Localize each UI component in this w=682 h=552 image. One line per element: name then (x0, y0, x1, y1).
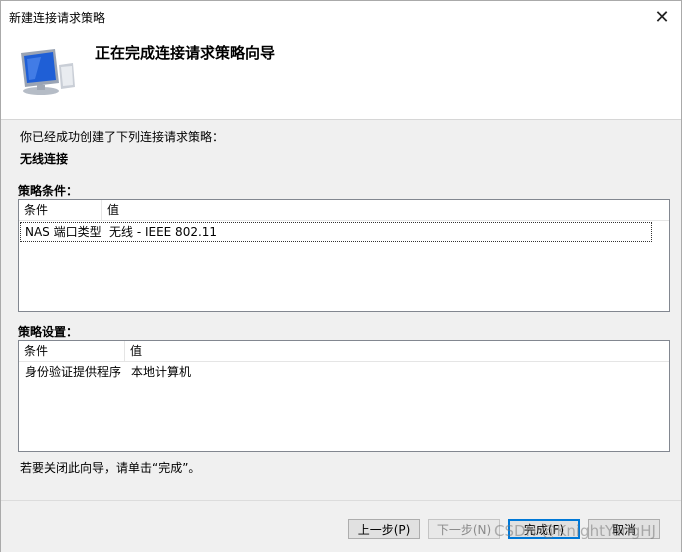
policy-name: 无线连接 (20, 152, 69, 166)
page-title: 正在完成连接请求策略向导 (95, 44, 276, 62)
wizard-header: 正在完成连接请求策略向导 (1, 33, 681, 120)
finish-instruction: 若要关闭此向导，请单击“完成”。 (20, 461, 201, 475)
conditions-list[interactable]: 条件 值 NAS 端口类型 无线 - IEEE 802.11 (18, 199, 670, 312)
row-value: 无线 - IEEE 802.11 (109, 225, 218, 239)
intro-text: 你已经成功创建了下列连接请求策略： (20, 130, 225, 144)
column-header-condition[interactable]: 条件 (19, 200, 102, 220)
conditions-label: 策略条件： (18, 184, 79, 198)
column-header-condition[interactable]: 条件 (19, 341, 125, 361)
row-value: 本地计算机 (131, 365, 192, 379)
table-row[interactable]: NAS 端口类型 无线 - IEEE 802.11 (20, 222, 652, 242)
close-icon: ✕ (654, 6, 670, 28)
watermark: CSDN @KnightYangHJ (494, 522, 656, 540)
row-condition: 身份验证提供程序 (25, 365, 122, 379)
row-condition: NAS 端口类型 (25, 225, 102, 239)
next-button[interactable]: 下一步(N) (428, 519, 500, 539)
settings-list[interactable]: 条件 值 身份验证提供程序 本地计算机 (18, 340, 670, 452)
computer-icon (21, 49, 75, 95)
settings-list-header: 条件 值 (19, 341, 669, 362)
title-bar: 新建连接请求策略 ✕ (1, 1, 681, 33)
settings-label: 策略设置： (18, 325, 79, 339)
close-button[interactable]: ✕ (647, 3, 677, 31)
back-button[interactable]: 上一步(P) (348, 519, 420, 539)
conditions-list-header: 条件 值 (19, 200, 669, 221)
wizard-content: 你已经成功创建了下列连接请求策略： 无线连接 策略条件： 条件 值 NAS 端口… (1, 120, 681, 500)
column-header-value[interactable]: 值 (125, 341, 669, 361)
column-header-value[interactable]: 值 (102, 200, 669, 220)
window-title: 新建连接请求策略 (9, 11, 106, 25)
wizard-window: 新建连接请求策略 ✕ 正在完成连接请求策略向导 你已经成功创建了下列连接请求策略… (0, 0, 682, 552)
